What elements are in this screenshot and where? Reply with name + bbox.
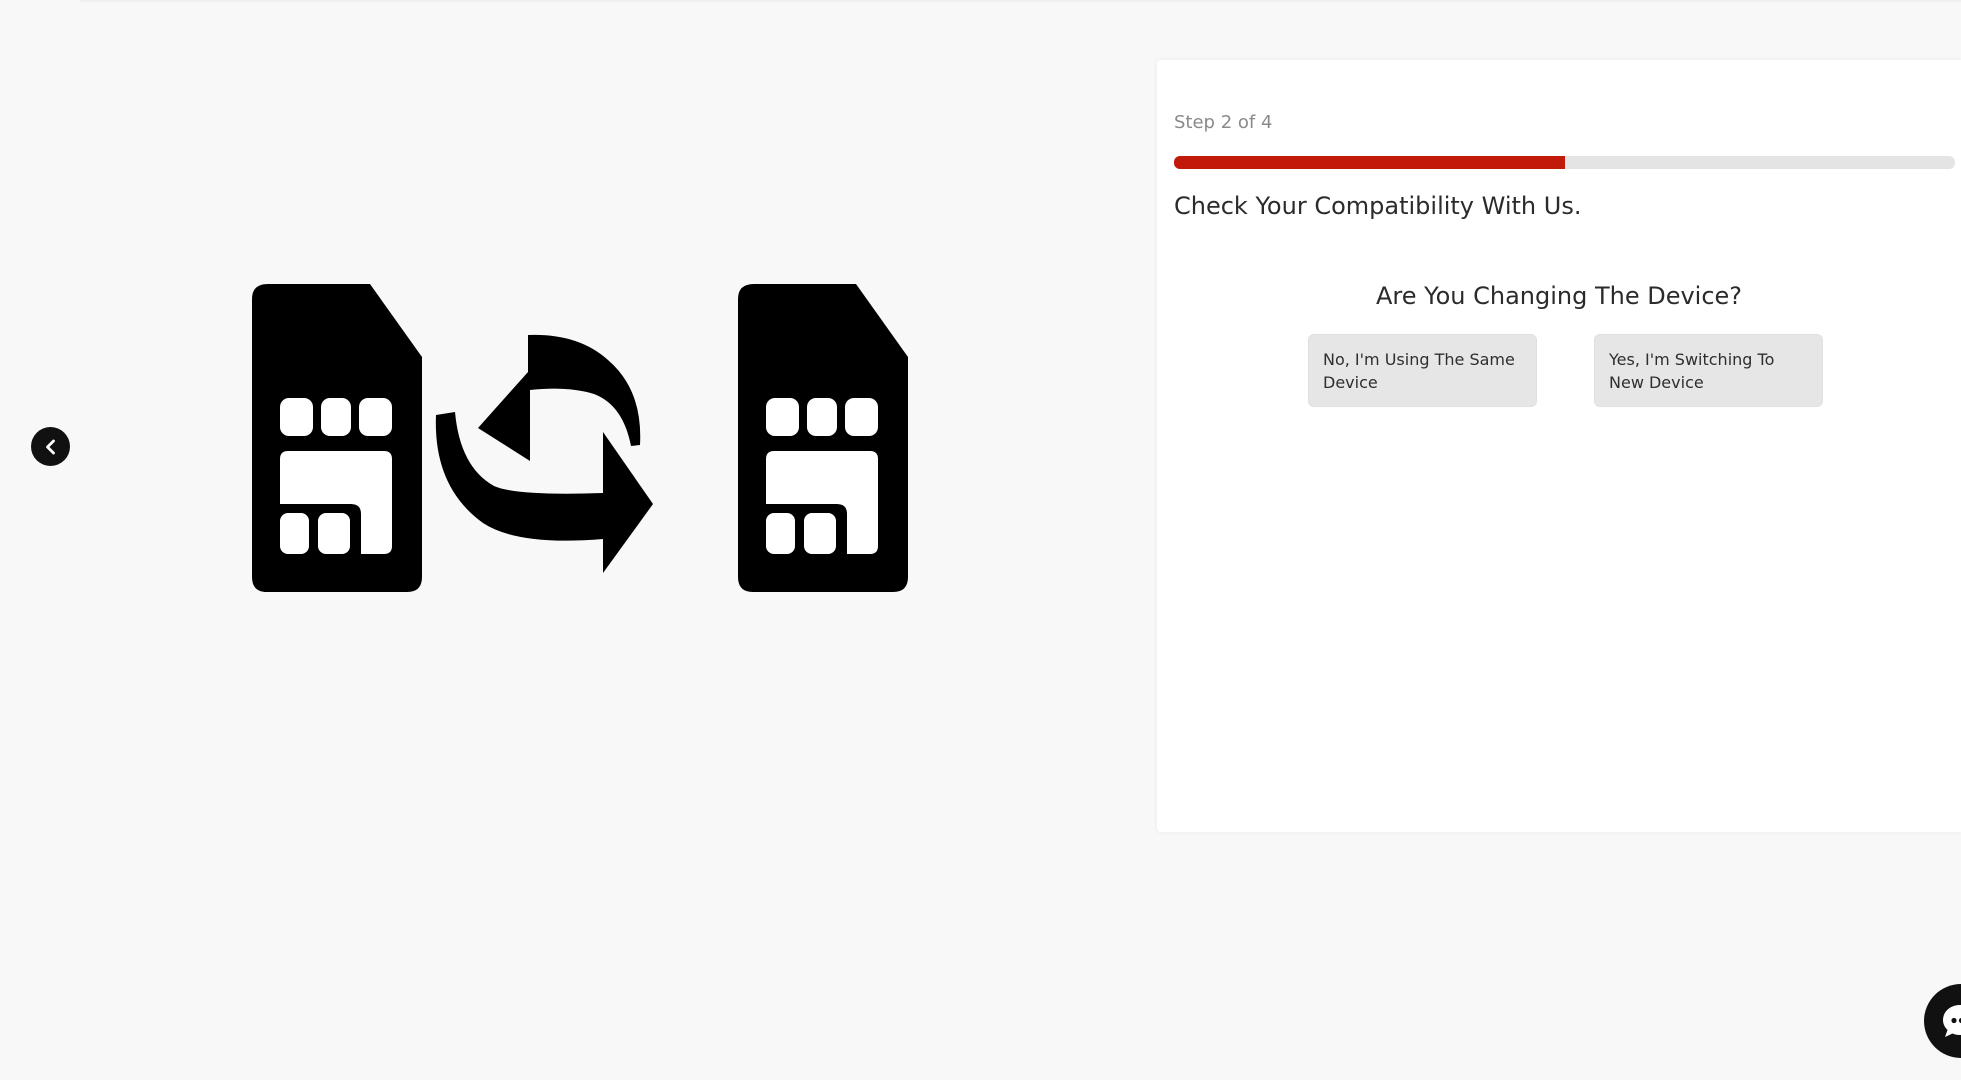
chat-bubble-icon	[1943, 1005, 1961, 1037]
wizard-card: Step 2 of 4 Check Your Compatibility Wit…	[1157, 60, 1961, 832]
chat-button[interactable]	[1924, 984, 1961, 1058]
sim-swap-illustration	[250, 280, 915, 595]
sim-card-icon	[252, 284, 422, 592]
progress-fill	[1174, 156, 1565, 169]
chevron-left-icon	[45, 439, 55, 454]
same-device-button[interactable]: No, I'm Using The Same Device	[1308, 334, 1537, 407]
question-text: Are You Changing The Device?	[1375, 282, 1743, 310]
top-shadow	[80, 0, 1961, 3]
card-heading: Check Your Compatibility With Us.	[1174, 192, 1582, 220]
progress-bar	[1174, 156, 1955, 169]
page: Step 2 of 4 Check Your Compatibility Wit…	[0, 0, 1961, 1080]
sim-card-icon	[738, 284, 908, 592]
step-label: Step 2 of 4	[1174, 112, 1273, 133]
new-device-button[interactable]: Yes, I'm Switching To New Device	[1594, 334, 1823, 407]
back-button[interactable]	[31, 427, 70, 466]
swap-arrows-icon	[435, 334, 653, 573]
